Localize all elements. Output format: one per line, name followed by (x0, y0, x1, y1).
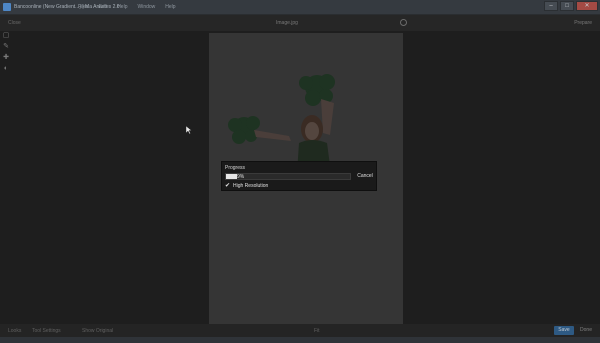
menu-bar: Files Edit Help Window Help (78, 4, 176, 10)
app-icon (3, 3, 11, 11)
tool-strip: ▢ ✎ ✚ ◐ (2, 32, 12, 76)
taskbar-strip (0, 337, 600, 343)
crop-icon[interactable]: ▢ (2, 32, 10, 40)
progress-dialog: Progress 9% Cancel ✔ High Resolution (221, 161, 377, 191)
progress-bar-fill (226, 174, 238, 179)
app-topbar: Close Image.jpg Prepare (0, 15, 600, 31)
cancel-button[interactable]: Cancel (355, 173, 375, 180)
menu-item-edit[interactable]: Edit (99, 4, 108, 10)
show-original-toggle[interactable]: Show Original (82, 328, 113, 334)
save-button[interactable]: Save (554, 326, 574, 335)
looks-tab[interactable]: Looks (8, 328, 21, 334)
minimize-button[interactable]: – (544, 1, 558, 11)
close-button[interactable]: ✕ (576, 1, 598, 11)
progress-percent: 9% (237, 174, 245, 180)
info-icon[interactable] (400, 19, 407, 26)
checkbox-label: High Resolution (233, 183, 269, 189)
tool-settings-tab[interactable]: Tool Settings (32, 328, 61, 334)
mouse-pointer-icon (186, 126, 192, 134)
dialog-title: Progress (225, 165, 246, 171)
adjust-icon[interactable]: ◐ (2, 65, 10, 73)
menu-item-help-2[interactable]: Help (165, 4, 175, 10)
zoom-fit[interactable]: Fit (314, 328, 320, 334)
menu-item-help[interactable]: Help (117, 4, 127, 10)
app-bottombar: Looks Tool Settings Show Original Fit Sa… (0, 324, 600, 337)
topbar-close-link[interactable]: Close (8, 20, 21, 26)
topbar-prepare-link[interactable]: Prepare (574, 20, 592, 26)
window-controls: – □ ✕ (544, 1, 598, 11)
heal-icon[interactable]: ✚ (2, 54, 10, 62)
menu-item-file[interactable]: Files (78, 4, 89, 10)
maximize-button[interactable]: □ (560, 1, 574, 11)
checkmark-icon: ✔ (225, 183, 231, 189)
window-titlebar: Bancoonline (New Gradient...) | Ma Anast… (0, 0, 600, 15)
menu-item-window[interactable]: Window (137, 4, 155, 10)
done-button[interactable]: Done (576, 326, 596, 335)
brush-icon[interactable]: ✎ (2, 43, 10, 51)
document-title: Image.jpg (276, 20, 298, 26)
high-resolution-checkbox[interactable]: ✔ High Resolution (225, 183, 268, 189)
